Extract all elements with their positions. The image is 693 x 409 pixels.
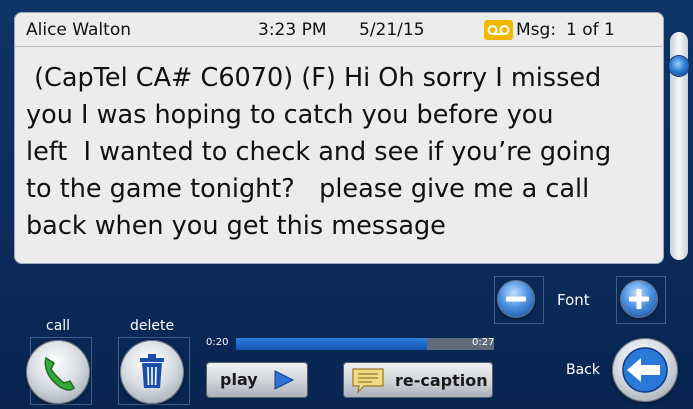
caption-line: left I wanted to check and see if you’re… [26, 137, 612, 167]
sender-name: Alice Walton [26, 20, 131, 40]
msg-count: 1 of 1 [566, 20, 615, 40]
caption-icon [352, 368, 384, 394]
plus-icon [629, 289, 649, 309]
message-header: Alice Walton 3:23 PM 5/21/15 Msg: 1 of 1 [14, 12, 664, 47]
play-label: play [220, 370, 258, 389]
caption-line: to the game tonight? please give me a ca… [26, 174, 590, 204]
trash-icon [140, 354, 164, 388]
elapsed-time: 0:20 [206, 337, 229, 348]
playback-progress[interactable] [236, 338, 494, 350]
total-time: 0:27 [472, 337, 495, 348]
arrow-left-icon [622, 347, 668, 393]
font-label: Font [557, 291, 590, 309]
recaption-button[interactable]: re-caption [343, 362, 493, 398]
call-button[interactable] [26, 340, 90, 404]
call-label: call [46, 318, 71, 334]
playback-progress-fill [236, 338, 427, 350]
play-button[interactable]: play [206, 362, 308, 398]
back-label: Back [566, 362, 600, 378]
back-button[interactable] [612, 338, 678, 402]
scrollbar-thumb[interactable] [669, 56, 689, 76]
recaption-label: re-caption [395, 371, 488, 390]
delete-button[interactable] [120, 340, 184, 404]
delete-label: delete [130, 318, 175, 334]
font-decrease-button[interactable] [497, 280, 535, 318]
message-panel: Alice Walton 3:23 PM 5/21/15 Msg: 1 of 1… [14, 12, 664, 264]
caption-line: back when you get this message [26, 211, 446, 241]
play-icon [274, 370, 295, 390]
font-increase-button[interactable] [620, 280, 658, 318]
voicemail-icon [484, 20, 513, 40]
minus-icon [506, 296, 526, 302]
captel-screen: Alice Walton 3:23 PM 5/21/15 Msg: 1 of 1… [0, 0, 693, 409]
caption-line: you I was hoping to catch you before you [26, 100, 554, 130]
phone-icon [44, 356, 75, 391]
caption-text: (CapTel CA# C6070) (F) Hi Oh sorry I mis… [26, 60, 656, 245]
message-date: 5/21/15 [359, 20, 425, 40]
caption-line: (CapTel CA# C6070) (F) Hi Oh sorry I mis… [26, 63, 602, 93]
message-time: 3:23 PM [258, 20, 327, 40]
msg-label: Msg: [516, 20, 557, 40]
